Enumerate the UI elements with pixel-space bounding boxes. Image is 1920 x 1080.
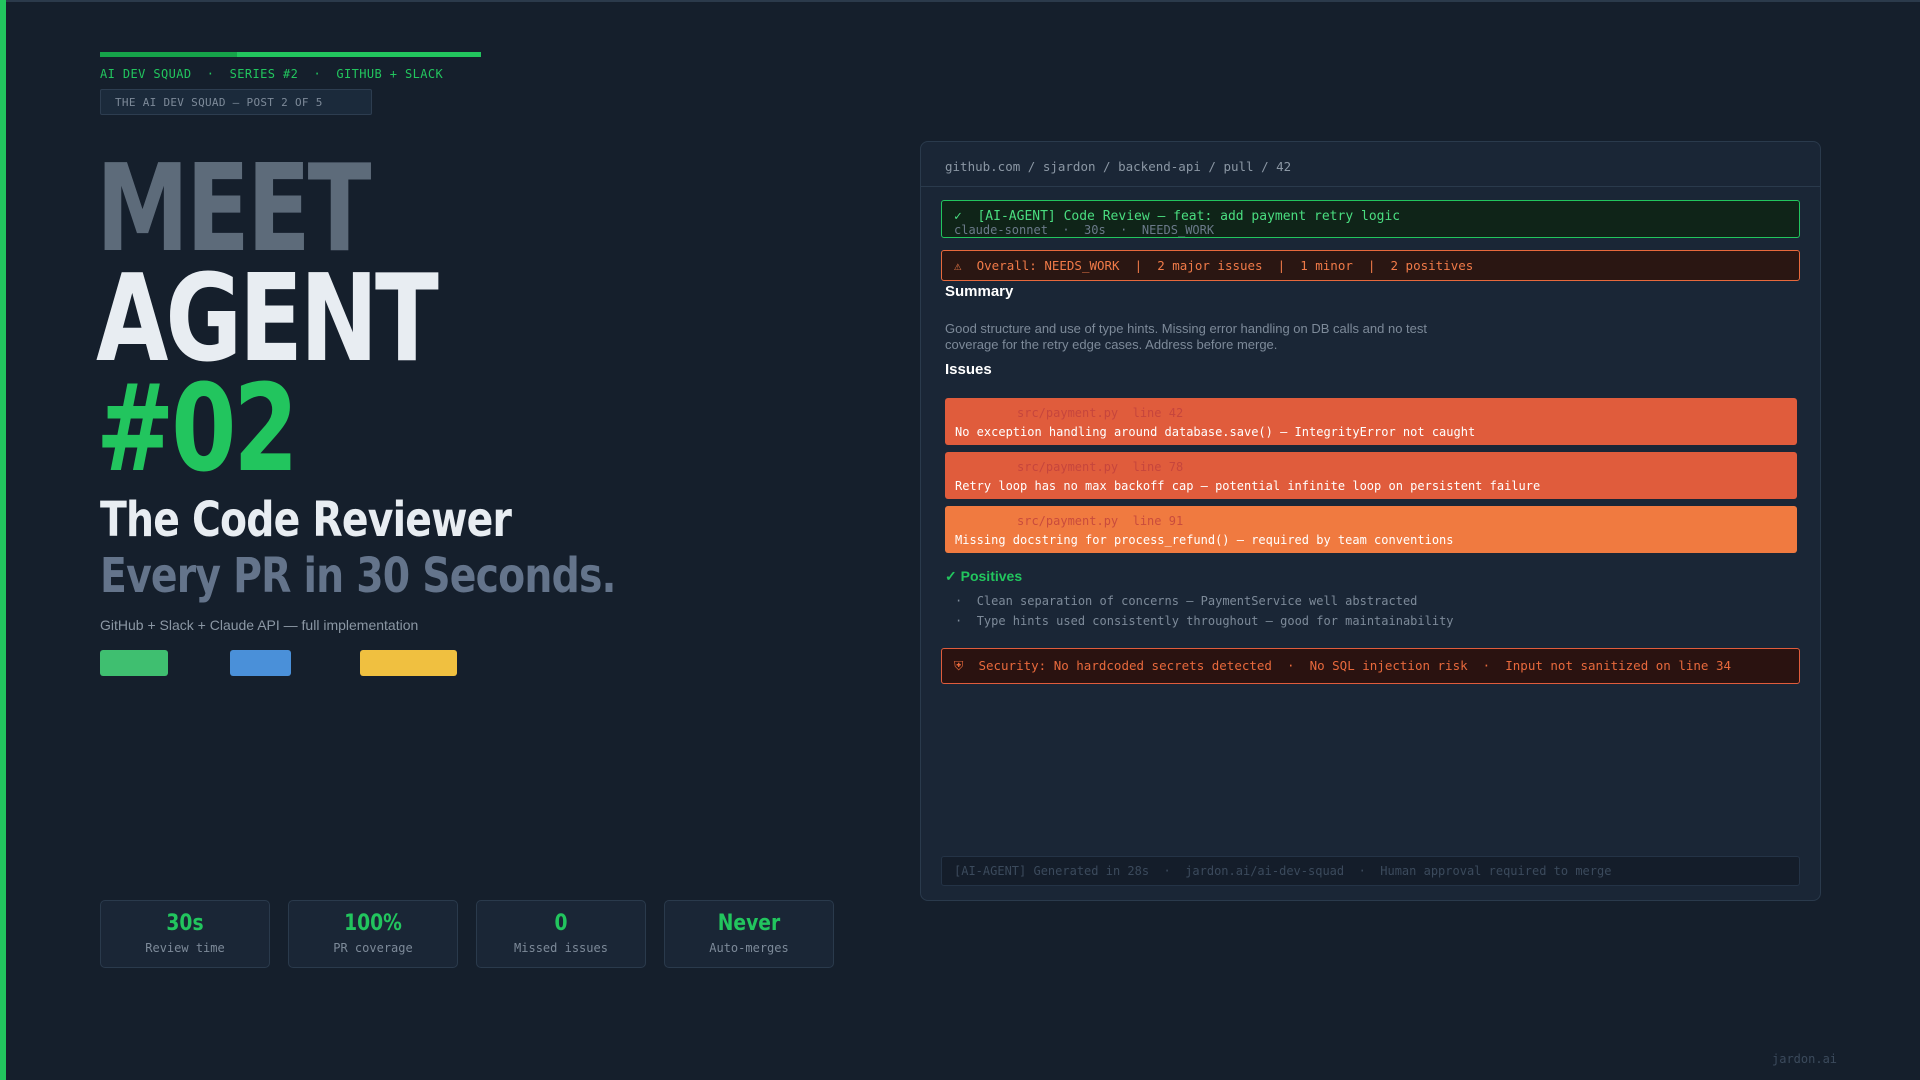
stat-value: 0	[554, 911, 568, 936]
check-icon: ✓	[945, 568, 957, 584]
pr-title-text: [AI-AGENT] Code Review — feat: add payme…	[977, 209, 1401, 224]
review-footer: [AI-AGENT] Generated in 28s · jardon.ai/…	[941, 856, 1800, 886]
hero-line-number: #02	[96, 360, 298, 499]
issue-location: src/payment.py line 78	[1017, 460, 1184, 474]
brand-watermark: jardon.ai	[1772, 1052, 1838, 1066]
color-chip-blue	[230, 650, 291, 676]
pr-title: ✓ [AI-AGENT] Code Review — feat: add pay…	[954, 209, 1400, 224]
issue-message: Retry loop has no max backoff cap — pote…	[955, 479, 1541, 493]
subtitle: The Code Reviewer	[100, 492, 512, 548]
issue-item[interactable]: src/payment.py line 91 Missing docstring…	[945, 506, 1797, 553]
stat-card: Never Auto-merges	[664, 900, 834, 968]
issue-item[interactable]: src/payment.py line 78 Retry loop has no…	[945, 452, 1797, 499]
stat-value: 100%	[344, 911, 402, 936]
summary-heading: Summary	[945, 283, 1014, 300]
positive-item: · Type hints used consistently throughou…	[955, 614, 1454, 628]
stat-label: Review time	[145, 941, 225, 955]
series-progress-bar	[100, 52, 481, 57]
issue-message: Missing docstring for process_refund() —…	[955, 533, 1454, 547]
top-border	[0, 0, 1920, 2]
issue-message: No exception handling around database.sa…	[955, 425, 1476, 439]
shield-icon: ⛨	[954, 658, 964, 673]
stat-label: PR coverage	[333, 941, 413, 955]
color-chip-green	[100, 650, 168, 676]
positives-heading-text: Positives	[960, 568, 1023, 584]
overall-verdict: ⚠ Overall: NEEDS_WORK | 2 major issues |…	[941, 250, 1800, 281]
divider	[921, 186, 1820, 187]
issue-item[interactable]: src/payment.py line 42 No exception hand…	[945, 398, 1797, 445]
positive-text: Type hints used consistently throughout …	[976, 614, 1454, 628]
stat-label: Auto-merges	[709, 941, 789, 955]
kicker: AI DEV SQUAD · SERIES #2 · GITHUB + SLAC…	[100, 67, 444, 81]
pr-title-box: ✓ [AI-AGENT] Code Review — feat: add pay…	[941, 200, 1800, 238]
stat-value: Never	[717, 911, 781, 936]
pr-url[interactable]: github.com / sjardon / backend-api / pul…	[945, 159, 1291, 174]
pr-meta: claude-sonnet · 30s · NEEDS_WORK	[954, 223, 1215, 237]
subtitle-secondary: Every PR in 30 Seconds.	[100, 548, 617, 604]
security-note: ⛨ Security: No hardcoded secrets detecte…	[941, 648, 1800, 684]
warning-icon: ⚠	[954, 258, 962, 273]
stat-card: 30s Review time	[100, 900, 270, 968]
positive-text: Clean separation of concerns — PaymentSe…	[976, 594, 1418, 608]
post-tag: THE AI DEV SQUAD — POST 2 OF 5	[100, 89, 372, 115]
issues-heading: Issues	[945, 361, 992, 378]
issue-location: src/payment.py line 91	[1017, 514, 1184, 528]
review-panel: github.com / sjardon / backend-api / pul…	[920, 141, 1821, 901]
series-progress-fill	[100, 52, 238, 57]
summary-text: Good structure and use of type hints. Mi…	[945, 321, 1427, 352]
overall-text: Overall: NEEDS_WORK | 2 major issues | 1…	[976, 258, 1474, 273]
security-text: Security: No hardcoded secrets detected …	[978, 658, 1732, 673]
issue-location: src/payment.py line 42	[1017, 406, 1184, 420]
positive-item: · Clean separation of concerns — Payment…	[955, 594, 1418, 608]
stat-card: 100% PR coverage	[288, 900, 458, 968]
tagline: GitHub + Slack + Claude API — full imple…	[100, 617, 419, 633]
stat-value: 30s	[166, 911, 204, 936]
positives-heading: ✓ Positives	[945, 568, 1022, 585]
stat-card: 0 Missed issues	[476, 900, 646, 968]
check-icon: ✓	[954, 209, 962, 224]
accent-bar	[0, 0, 6, 1080]
color-chip-yellow	[360, 650, 457, 676]
stat-label: Missed issues	[514, 941, 608, 955]
